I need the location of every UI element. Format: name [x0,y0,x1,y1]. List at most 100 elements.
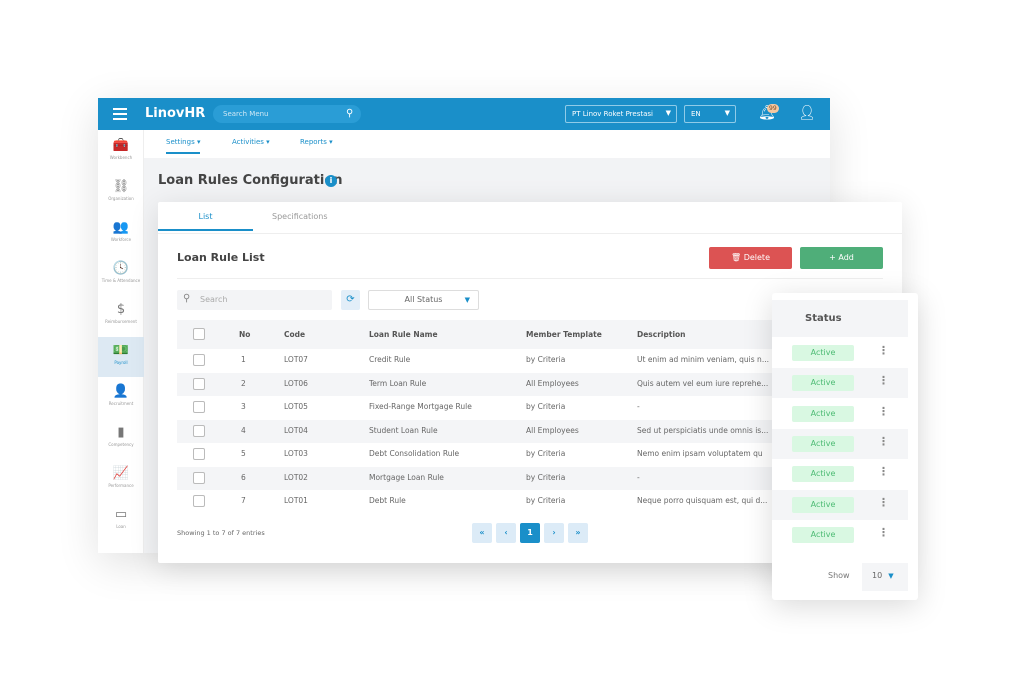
sidebar-item-performance[interactable]: 📈 Performance [98,460,144,500]
more-vertical-icon[interactable]: ⋮ [878,496,889,509]
last-page-button[interactable]: » [568,523,588,543]
org-chart-icon: ⛓ [112,179,130,194]
cell-code: LOT04 [284,425,308,435]
more-vertical-icon[interactable]: ⋮ [878,526,889,539]
col-no: No [239,330,251,339]
menu-icon[interactable] [113,108,127,120]
col-description: Description [637,330,686,339]
cell-name: Debt Rule [369,496,406,505]
search-input[interactable]: ⚲ Search [177,290,332,310]
first-page-button[interactable]: « [472,523,492,543]
status-row: Active ⋮ [772,489,908,520]
sidebar-item-workforce[interactable]: 👥 Workforce [98,214,144,254]
sidebar-item-recruitment[interactable]: 👤 Recruitment [98,378,144,418]
status-badge: Active [792,375,854,392]
sidebar-item-reimbursement[interactable]: $ Reimbursement [98,296,144,336]
show-label: Show [828,571,850,580]
logo: LinovHR [145,106,206,121]
status-row: Active ⋮ [772,338,908,368]
row-checkbox[interactable] [193,354,205,366]
search-icon: ⚲ [183,293,191,304]
language-value: EN [691,110,701,118]
card-icon: ▭ [114,507,128,522]
more-vertical-icon[interactable]: ⋮ [878,465,889,478]
search-icon: ⚲ [346,108,354,119]
sidebar-item-time-attendance[interactable]: 🕓 Time & Attendance [98,255,144,295]
cell-description: Sed ut perspiciatis unde omnis is... [637,425,769,435]
cell-template: by Criteria [526,449,566,458]
row-checkbox[interactable] [193,401,205,413]
nav-settings[interactable]: Settings ▾ [166,138,201,154]
col-code: Code [284,330,306,339]
divider [158,233,902,234]
money-icon: 💵 [112,343,130,358]
sidebar-label: Performance [108,483,134,488]
search-placeholder: Search Menu [223,110,269,118]
more-vertical-icon[interactable]: ⋮ [878,405,889,418]
caret-down-icon: ▼ [464,296,470,304]
cell-code: LOT07 [284,355,308,364]
page-1-button[interactable]: 1 [520,523,540,543]
status-filter-select[interactable]: All Status ▼ [368,290,479,310]
cell-no: 2 [241,378,246,388]
row-checkbox[interactable] [193,448,205,460]
status-badge: Active [792,435,854,452]
col-name: Loan Rule Name [369,330,438,339]
status-row: Active ⋮ [772,459,908,489]
page-title: Loan Rules Configuration [158,173,343,188]
sidebar-label: Competency [108,442,134,447]
tab-list[interactable]: List [158,212,253,231]
cell-no: 7 [241,496,246,505]
col-template: Member Template [526,330,602,339]
row-checkbox[interactable] [193,471,205,484]
page-size-select[interactable]: 10 ▼ [862,563,908,591]
row-checkbox[interactable] [193,495,205,507]
sidebar-label: Organization [108,196,134,201]
cell-description: Quis autem vel eum iure reprehe... [637,378,769,388]
status-badge: Active [792,466,854,483]
sidebar-item-organization[interactable]: ⛓ Organization [98,173,144,213]
language-select[interactable]: EN ▼ [684,105,736,123]
users-icon: 👥 [112,220,130,235]
sidebar-item-payroll[interactable]: 💵 Payroll [98,337,144,377]
caret-down-icon: ▼ [665,109,671,117]
sidebar-item-loan[interactable]: ▭ Loan [98,501,144,541]
more-vertical-icon[interactable]: ⋮ [878,374,889,387]
tab-specifications[interactable]: Specifications [272,212,328,221]
cell-no: 4 [241,425,246,435]
cell-description: - [637,402,640,411]
next-page-button[interactable]: › [544,523,564,543]
caret-down-icon: ▼ [888,572,894,580]
cell-no: 3 [241,402,246,411]
list-title: Loan Rule List [177,251,265,264]
status-badge: Active [792,526,854,543]
more-vertical-icon[interactable]: ⋮ [878,435,889,448]
row-checkbox[interactable] [193,377,205,390]
top-bar: LinovHR Search Menu ⚲ PT Linov Roket Pres… [98,98,830,130]
sub-nav: Settings ▾ Activities ▾ Reports ▾ [144,130,830,158]
toolbox-icon: 🧰 [112,138,130,153]
sidebar-item-workbench[interactable]: 🧰 Workbench [98,132,144,172]
cell-name: Debt Consolidation Rule [369,449,460,458]
sidebar-item-competency[interactable]: ▮ Competency [98,419,144,459]
divider [177,278,883,279]
info-icon[interactable]: i [325,175,337,187]
more-vertical-icon[interactable]: ⋮ [878,344,889,357]
nav-reports[interactable]: Reports ▾ [300,138,333,146]
cell-no: 6 [241,472,246,482]
cell-code: LOT03 [284,449,308,458]
add-button[interactable]: + Add [800,247,883,269]
bar-chart-icon: ▮ [117,425,125,440]
select-all-checkbox[interactable] [193,328,205,340]
cell-name: Credit Rule [369,355,411,364]
nav-activities[interactable]: Activities ▾ [232,138,270,146]
search-menu-input[interactable]: Search Menu ⚲ [213,105,361,123]
company-select[interactable]: PT Linov Roket Prestasi ▼ [565,105,677,123]
cell-description: - [637,472,640,482]
refresh-button[interactable]: ⟳ [341,290,360,310]
row-checkbox[interactable] [193,424,205,437]
user-icon[interactable]: 👤︎ [798,105,816,121]
prev-page-button[interactable]: ‹ [496,523,516,543]
trash-icon: 🗑︎ [731,253,744,262]
delete-button[interactable]: 🗑︎ Delete [709,247,792,269]
